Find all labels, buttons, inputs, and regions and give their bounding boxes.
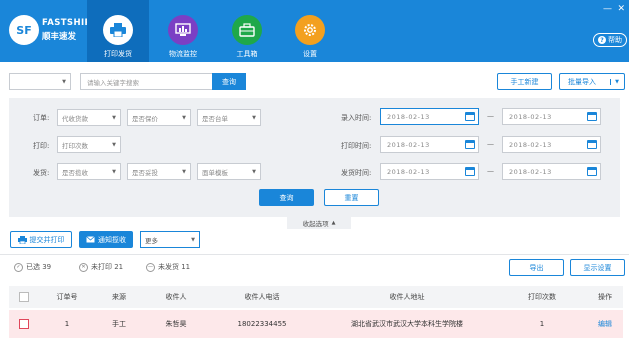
- brand-name-en: FASTSHIP: [42, 18, 92, 28]
- calendar-icon: [465, 112, 475, 121]
- minimize-icon[interactable]: —: [603, 4, 612, 14]
- check-circle-icon: ✓: [14, 262, 23, 272]
- header-action: 操作: [598, 293, 612, 301]
- chevron-down-icon: ▼: [182, 168, 186, 175]
- nav-print-ship[interactable]: 打印发货: [87, 0, 149, 62]
- close-icon[interactable]: ✕: [617, 4, 625, 14]
- brand-name-cn: 顺丰速发: [42, 32, 77, 42]
- print-time-label: 打印时间:: [341, 142, 372, 150]
- nav-label: 物流监控: [169, 50, 197, 58]
- filter-reset-button[interactable]: 重置: [324, 189, 379, 206]
- entry-time-label: 录入时间:: [341, 114, 372, 122]
- print-time-end[interactable]: 2018-02-13: [502, 136, 601, 153]
- nav-settings[interactable]: 设置: [279, 0, 341, 62]
- header-source: 来源: [112, 293, 126, 301]
- header-phone: 收件人电话: [244, 293, 280, 301]
- top-bar: SF FASTSHIP 顺丰速发 打印发货 物流监控 工具箱 设置 — ✕ ? …: [0, 0, 629, 62]
- notify-pickup-button[interactable]: 通知揽收: [79, 231, 133, 248]
- x-circle-icon: ✕: [79, 262, 88, 272]
- edit-link[interactable]: 编辑: [587, 310, 623, 338]
- printer-icon: [103, 15, 133, 45]
- nav-label: 设置: [303, 50, 317, 58]
- export-button[interactable]: 导出: [509, 259, 564, 276]
- batch-import-button[interactable]: 批量导入 ▼: [559, 73, 625, 90]
- toolbox-icon: [232, 15, 262, 45]
- manual-new-button[interactable]: 手工新建: [497, 73, 552, 90]
- print-count-select[interactable]: 打印次数 ▼: [57, 136, 121, 153]
- mail-icon: [86, 236, 95, 243]
- search-input[interactable]: 请输入关键字搜索: [80, 73, 213, 90]
- chevron-down-icon: ▼: [112, 141, 116, 148]
- chevron-down-icon: ▼: [112, 114, 116, 121]
- order-filter-label: 订单:: [33, 114, 50, 122]
- cell-phone: 18022334455: [237, 320, 287, 328]
- nav-label: 工具箱: [236, 50, 258, 58]
- display-settings-button[interactable]: 显示设置: [570, 259, 625, 276]
- table-row[interactable]: 1 手工 朱哲昊 18022334455 湖北省武汉市武汉大学本科生学院楼 1 …: [9, 310, 623, 338]
- cell-recipient: 朱哲昊: [165, 320, 187, 328]
- collapse-options-toggle[interactable]: 收起选项 ▲: [287, 217, 351, 229]
- nav-toolbox[interactable]: 工具箱: [216, 0, 278, 62]
- search-type-select[interactable]: ▼: [9, 73, 71, 90]
- nav-logistics-monitor[interactable]: 物流监控: [152, 0, 214, 62]
- monitor-icon: [168, 15, 198, 45]
- search-button[interactable]: 查询: [212, 73, 246, 90]
- help-button[interactable]: ? 帮助: [593, 33, 627, 47]
- pickup-select[interactable]: 是否揽收 ▼: [57, 163, 121, 180]
- header-print-count: 打印次数: [528, 293, 556, 301]
- printer-icon: [17, 235, 27, 244]
- table-header: 订单号 来源 收件人 收件人电话 收件人地址 打印次数 操作: [9, 286, 623, 308]
- insured-select[interactable]: 是否保价 ▼: [127, 109, 191, 126]
- cell-source: 手工: [112, 320, 126, 328]
- print-time-start[interactable]: 2018-02-13: [380, 136, 479, 153]
- ship-time-label: 发货时间:: [341, 169, 372, 177]
- chevron-up-icon: ▲: [331, 220, 336, 226]
- header-recipient: 收件人: [165, 293, 187, 301]
- calendar-icon: [465, 167, 475, 176]
- cell-order-no: 1: [64, 320, 70, 328]
- row-checkbox[interactable]: [19, 319, 29, 329]
- unshipped-count[interactable]: — 未发货 11: [146, 262, 190, 272]
- ship-time-end[interactable]: 2018-02-13: [502, 163, 601, 180]
- nav-label: 打印发货: [104, 50, 132, 58]
- sf-logo-icon: SF: [9, 15, 39, 45]
- calendar-icon: [587, 112, 597, 121]
- entry-time-end[interactable]: 2018-02-13: [502, 108, 601, 125]
- entry-time-start[interactable]: 2018-02-13: [380, 108, 479, 125]
- delivered-select[interactable]: 是否妥投 ▼: [127, 163, 191, 180]
- header-order-no: 订单号: [56, 293, 78, 301]
- selected-count[interactable]: ✓ 已选 39: [14, 262, 51, 272]
- calendar-icon: [465, 140, 475, 149]
- platform-order-select[interactable]: 是否台单 ▼: [197, 109, 261, 126]
- chevron-down-icon: ▼: [252, 114, 256, 121]
- print-filter-label: 打印:: [33, 142, 50, 150]
- cell-address: 湖北省武汉市武汉大学本科生学院楼: [351, 320, 463, 328]
- chevron-down-icon: ▼: [62, 78, 66, 85]
- calendar-icon: [587, 140, 597, 149]
- help-icon: ?: [598, 36, 606, 44]
- submit-print-button[interactable]: 提交并打印: [10, 231, 72, 248]
- gear-icon: [295, 15, 325, 45]
- chevron-down-icon: ▼: [191, 236, 195, 243]
- cod-select[interactable]: 代收货款 ▼: [57, 109, 121, 126]
- more-select[interactable]: 更多 ▼: [140, 231, 200, 248]
- waybill-template-select[interactable]: 面单模板 ▼: [197, 163, 261, 180]
- ship-filter-label: 发货:: [33, 169, 50, 177]
- chevron-down-icon: ▼: [610, 78, 619, 85]
- chevron-down-icon: ▼: [112, 168, 116, 175]
- chevron-down-icon: ▼: [252, 168, 256, 175]
- minus-circle-icon: —: [146, 262, 155, 272]
- header-address: 收件人地址: [389, 293, 425, 301]
- filter-query-button[interactable]: 查询: [259, 189, 314, 206]
- select-all-checkbox[interactable]: [19, 292, 29, 302]
- chevron-down-icon: ▼: [182, 114, 186, 121]
- unprinted-count[interactable]: ✕ 未打印 21: [79, 262, 123, 272]
- cell-print-count: 1: [539, 320, 545, 328]
- calendar-icon: [587, 167, 597, 176]
- ship-time-start[interactable]: 2018-02-13: [380, 163, 479, 180]
